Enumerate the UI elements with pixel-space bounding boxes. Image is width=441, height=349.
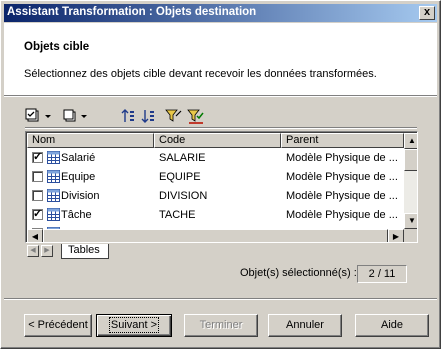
scroll-right-arrow-icon[interactable]: ▶ bbox=[388, 229, 404, 242]
select-all-dropdown-icon[interactable] bbox=[25, 107, 55, 125]
scroll-up-arrow-icon[interactable]: ▲ bbox=[404, 133, 417, 149]
cell-code: TACHE bbox=[159, 209, 196, 221]
header-panel: Objets cible Sélectionnez des objets cib… bbox=[4, 23, 437, 95]
target-objects-list[interactable]: Nom Code Parent ✓ Salarié SALARIE Modèle Ph… bbox=[25, 131, 418, 243]
table-icon bbox=[47, 151, 60, 167]
cell-code: DIVISION bbox=[159, 190, 208, 202]
selection-count-value: 2 / 11 bbox=[357, 265, 407, 283]
row-checkbox[interactable] bbox=[32, 171, 43, 182]
table-icon bbox=[47, 189, 60, 205]
row-checkbox[interactable] bbox=[32, 190, 43, 201]
table-icon bbox=[47, 208, 60, 224]
horizontal-scrollbar[interactable]: ◀ ▶ bbox=[27, 229, 404, 242]
cancel-button[interactable]: Annuler bbox=[268, 314, 342, 337]
sort-descending-icon[interactable] bbox=[141, 107, 157, 125]
table-row[interactable]: Equipe EQUIPE Modèle Physique de ... bbox=[27, 168, 404, 187]
header-divider bbox=[4, 95, 437, 97]
cell-parent: Modèle Physique de ... bbox=[286, 209, 398, 221]
dialog-window: Assistant Transformation : Objets destin… bbox=[0, 0, 441, 349]
sort-ascending-icon[interactable] bbox=[121, 107, 137, 125]
row-checkbox[interactable]: ✓ bbox=[32, 209, 43, 220]
filter-icon[interactable] bbox=[165, 107, 183, 125]
list-header: Nom Code Parent bbox=[27, 133, 404, 148]
tab-prev-arrow-icon[interactable]: ◀ bbox=[27, 245, 39, 257]
table-row[interactable]: ✓ Tâche TACHE Modèle Physique de ... bbox=[27, 206, 404, 225]
row-checkbox[interactable]: ✓ bbox=[32, 152, 43, 163]
tab-next-arrow-icon[interactable]: ▶ bbox=[41, 245, 53, 257]
cell-nom: Salarié bbox=[61, 152, 96, 164]
cell-code: EQUIPE bbox=[159, 171, 201, 183]
cell-parent: Modèle Physique de ... bbox=[286, 152, 398, 164]
vertical-scroll-thumb[interactable] bbox=[404, 149, 417, 171]
table-row[interactable]: Division DIVISION Modèle Physique de ... bbox=[27, 187, 404, 206]
toolbar-divider bbox=[25, 127, 417, 129]
page-title: Objets cible bbox=[24, 41, 90, 53]
cell-nom: Equipe bbox=[61, 171, 96, 183]
scroll-corner bbox=[404, 229, 417, 242]
column-header-parent[interactable]: Parent bbox=[281, 133, 404, 148]
buttons-divider bbox=[4, 298, 437, 300]
selection-count-label: Objet(s) sélectionné(s) : bbox=[240, 267, 357, 279]
tab-strip: ◀ ▶ Tables bbox=[25, 244, 418, 260]
column-header-nom[interactable]: Nom bbox=[27, 133, 154, 148]
cell-nom: Division bbox=[61, 190, 100, 202]
scroll-down-arrow-icon[interactable]: ▼ bbox=[404, 213, 417, 229]
cell-parent: Modèle Physique de ... bbox=[286, 171, 398, 183]
table-icon bbox=[47, 170, 60, 186]
close-button[interactable]: x bbox=[419, 6, 435, 20]
table-row[interactable]: ✓ Salarié SALARIE Modèle Physique de ... bbox=[27, 149, 404, 168]
cell-parent: Modèle Physique de ... bbox=[286, 190, 398, 202]
title-bar: Assistant Transformation : Objets destin… bbox=[4, 4, 437, 22]
previous-button[interactable]: < Précédent bbox=[24, 314, 92, 337]
column-header-code[interactable]: Code bbox=[154, 133, 281, 148]
scroll-left-arrow-icon[interactable]: ◀ bbox=[27, 229, 43, 242]
apply-filter-icon[interactable] bbox=[187, 107, 205, 125]
cell-code: SALARIE bbox=[159, 152, 206, 164]
help-button[interactable]: Aide bbox=[355, 314, 429, 337]
vertical-scrollbar[interactable]: ▲ ▼ bbox=[404, 133, 417, 229]
finish-button[interactable]: Terminer bbox=[184, 314, 258, 337]
next-button[interactable]: Suivant > bbox=[96, 314, 172, 337]
deselect-dropdown-icon[interactable] bbox=[63, 107, 93, 125]
horizontal-scroll-thumb[interactable] bbox=[43, 229, 388, 242]
cell-nom: Tâche bbox=[61, 209, 92, 221]
tab-tables[interactable]: Tables bbox=[61, 244, 109, 259]
window-title: Assistant Transformation : Objets destin… bbox=[7, 6, 257, 18]
toolbar bbox=[25, 105, 417, 127]
next-button-label: Suivant > bbox=[108, 317, 160, 333]
page-description: Sélectionnez des objets cible devant rec… bbox=[24, 68, 377, 80]
